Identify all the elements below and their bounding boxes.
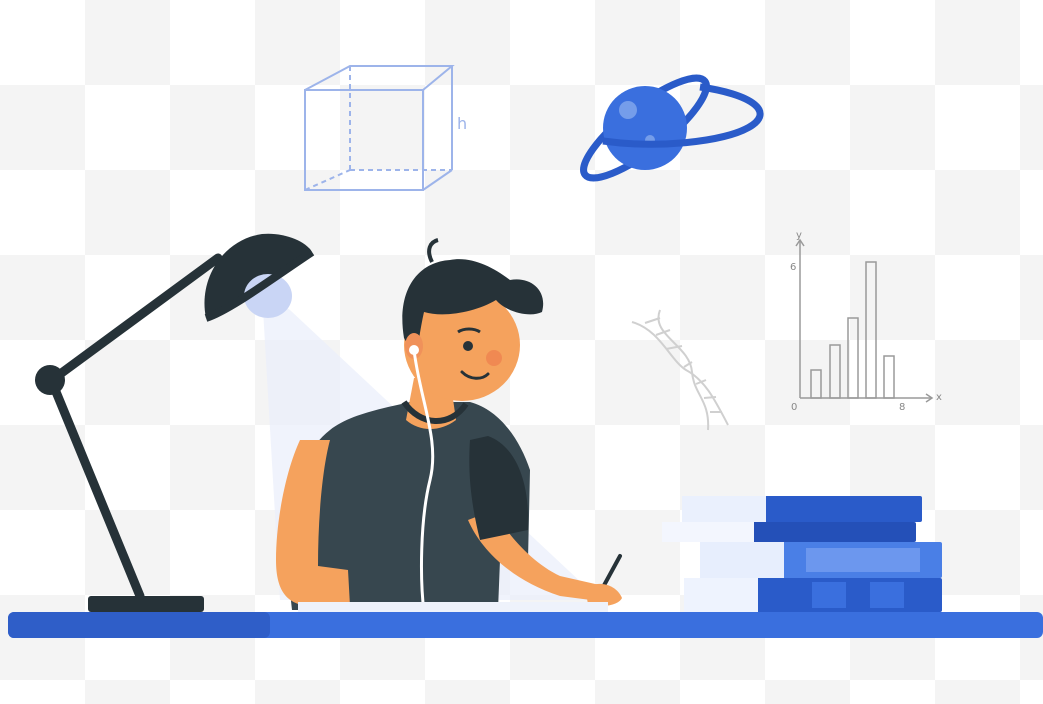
chart-bar <box>810 369 822 399</box>
illustration-canvas: h y x 0 8 6 <box>0 0 1043 704</box>
planet-icon <box>580 74 764 182</box>
chart-y-tick-label: 6 <box>790 262 796 273</box>
chart-bar <box>883 355 895 399</box>
cube-icon <box>304 65 455 191</box>
chart-origin-label: 0 <box>791 402 797 413</box>
cube-height-label: h <box>457 114 467 133</box>
books-icon <box>662 496 942 612</box>
chart-bar <box>865 261 877 399</box>
chart-bar <box>829 344 841 399</box>
paper-sheet <box>298 602 608 612</box>
chart-bar <box>847 317 859 399</box>
dna-icon <box>631 309 729 431</box>
study-illustration: h y x 0 8 6 <box>8 65 1043 638</box>
bar-chart-icon: y x 0 8 6 <box>790 230 942 413</box>
chart-x-tick-label: 8 <box>899 402 905 413</box>
chart-y-label: y <box>796 230 802 241</box>
chart-x-label: x <box>936 392 942 403</box>
